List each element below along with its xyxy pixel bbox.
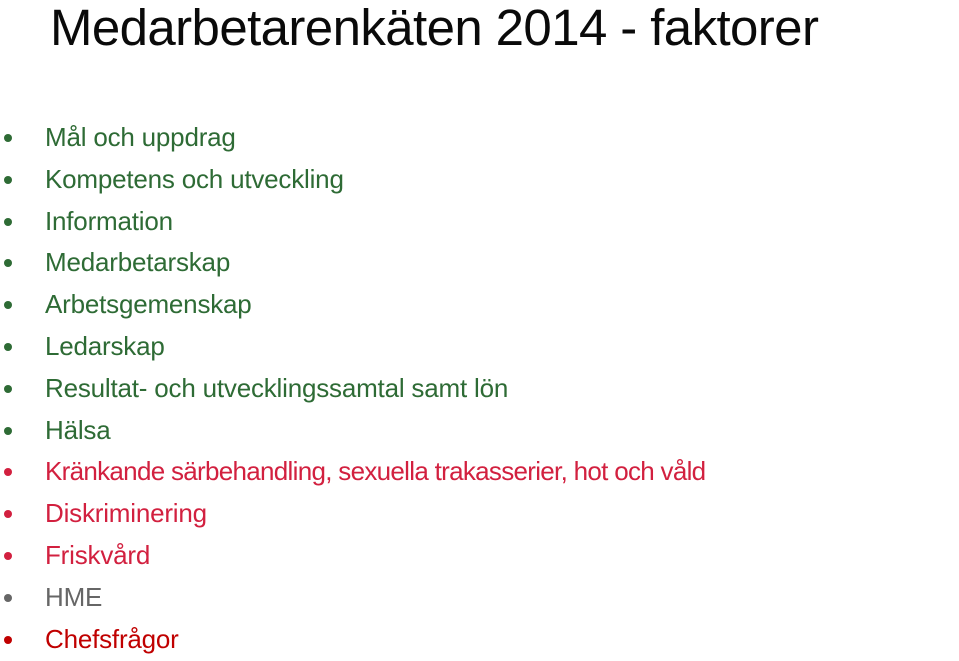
bullet-icon xyxy=(4,510,12,519)
slide-title: Medarbetarenkäten 2014 - faktorer xyxy=(50,0,819,56)
bullet-icon xyxy=(4,551,12,560)
bullet-icon xyxy=(4,593,12,602)
bullet-icon xyxy=(4,259,12,268)
list-item-label: Kompetens och utveckling xyxy=(45,163,344,194)
list-item-label: Hälsa xyxy=(45,414,111,445)
list-item-label: Medarbetarskap xyxy=(45,247,231,278)
bullet-icon xyxy=(4,342,12,351)
bullet-icon xyxy=(4,134,12,142)
list-item-label: Kränkande särbehandling, sexuella trakas… xyxy=(45,456,706,487)
list-item-label: Friskvård xyxy=(45,539,151,570)
list-item-label: Mål och uppdrag xyxy=(45,122,236,152)
list-item-label: Ledarskap xyxy=(45,330,165,361)
list-item-label: Chefsfrågor xyxy=(45,623,179,654)
bullet-icon xyxy=(4,175,12,184)
list-item-label: Arbetsgemenskap xyxy=(45,289,252,320)
list-item-label: Resultat- och utvecklingssamtal samt lön xyxy=(45,372,509,403)
bullet-icon xyxy=(4,384,12,393)
list-item-label: Information xyxy=(45,205,173,236)
list-item-label: HME xyxy=(45,581,103,612)
list-item-label: Diskriminering xyxy=(45,498,207,529)
bullet-icon xyxy=(4,468,12,477)
bullet-icon xyxy=(4,426,12,435)
bullet-icon xyxy=(4,635,12,644)
bullet-icon xyxy=(4,301,12,310)
bullet-icon xyxy=(4,217,12,226)
